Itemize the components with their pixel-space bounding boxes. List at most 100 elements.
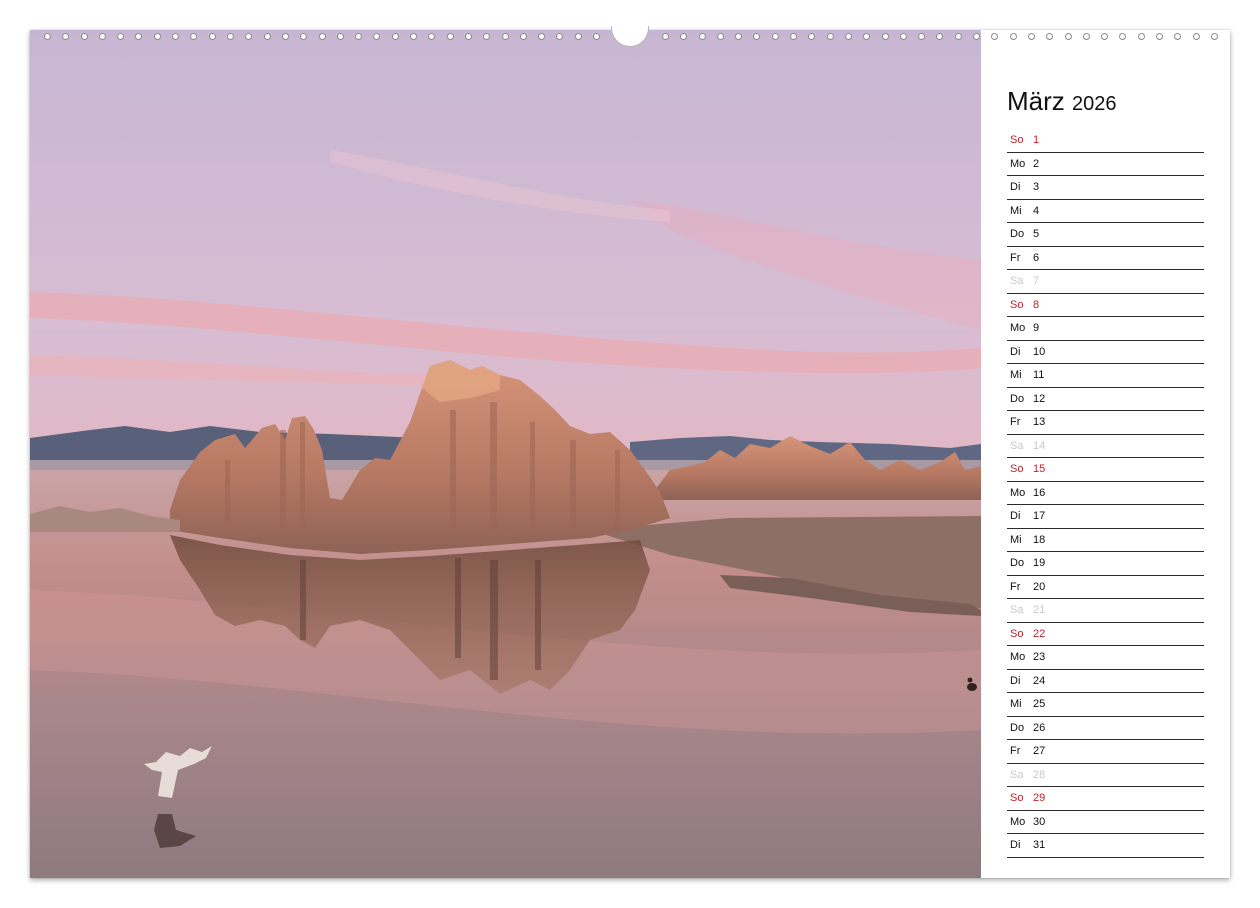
day-row: Mo 23: [1007, 646, 1204, 670]
weekday-label: Sa: [1010, 439, 1024, 452]
binding-hole: [882, 33, 889, 40]
day-row: Fr 13: [1007, 411, 1204, 435]
day-number: 15: [1033, 463, 1046, 475]
day-number: 9: [1033, 322, 1040, 334]
weekday-label: Mi: [1010, 369, 1022, 381]
binding-hole: [44, 33, 51, 40]
tufa-lake-sunset-image: [30, 30, 981, 878]
binding-hole: [845, 33, 852, 40]
weekday-label: So: [1010, 792, 1024, 804]
binding-hole: [319, 33, 326, 40]
binding-hole: [81, 33, 88, 40]
day-number: 25: [1033, 698, 1046, 710]
day-number: 31: [1033, 839, 1046, 851]
calendar-page: März 2026 So 1 Mo 2 Di 3 Mi 4 Do 5 Fr 6 Sa 7 So 8 Mo 9 Di 1…: [30, 26, 1230, 878]
binding-hole: [520, 33, 527, 40]
day-number: 3: [1033, 181, 1040, 193]
day-row: Mi 18: [1007, 529, 1204, 552]
day-row: Di 24: [1007, 670, 1204, 693]
day-number: 19: [1033, 557, 1046, 569]
day-row: Mo 9: [1007, 317, 1204, 341]
day-number: 16: [1033, 486, 1046, 499]
binding-hole: [936, 33, 943, 40]
day-number: 5: [1033, 228, 1040, 240]
day-number: 28: [1033, 768, 1046, 781]
binding-hole: [209, 33, 216, 40]
day-number: 30: [1033, 815, 1046, 828]
landscape-photo: [30, 30, 981, 878]
binding-hole: [282, 33, 289, 40]
binding-hole: [264, 33, 271, 40]
day-row: Mi 11: [1007, 364, 1204, 388]
day-number: 29: [1033, 792, 1046, 804]
binding-hole: [447, 33, 454, 40]
weekday-label: So: [1010, 298, 1024, 311]
binding-hole: [772, 33, 779, 40]
weekday-label: Fr: [1010, 416, 1021, 428]
day-number: 6: [1033, 251, 1040, 264]
binding-hole: [502, 33, 509, 40]
day-row: Do 26: [1007, 717, 1204, 740]
binding-hole: [955, 33, 962, 40]
weekday-label: Mo: [1010, 651, 1026, 663]
weekday-label: So: [1010, 463, 1024, 475]
binding-hole: [556, 33, 563, 40]
day-row: Fr 20: [1007, 576, 1204, 599]
binding-hole: [593, 33, 600, 40]
weekday-label: Do: [1010, 721, 1025, 734]
day-number: 26: [1033, 721, 1046, 734]
day-number: 13: [1033, 416, 1046, 428]
day-number: 8: [1033, 298, 1040, 311]
day-number: 17: [1033, 510, 1046, 522]
weekday-label: Di: [1010, 839, 1021, 851]
day-row: So 29: [1007, 787, 1204, 811]
month-name: März: [1007, 86, 1065, 116]
day-row: Mo 16: [1007, 482, 1204, 505]
binding-hole: [808, 33, 815, 40]
weekday-label: Sa: [1010, 768, 1024, 781]
binding-hole: [699, 33, 706, 40]
day-row: Mi 25: [1007, 693, 1204, 717]
weekday-label: Di: [1010, 510, 1021, 522]
binding-hole: [300, 33, 307, 40]
weekday-label: Fr: [1010, 580, 1021, 593]
day-row: Mi 4: [1007, 200, 1204, 223]
day-number: 27: [1033, 745, 1046, 757]
binding-hole: [991, 33, 998, 40]
weekday-label: Mo: [1010, 322, 1026, 334]
day-row: Sa 21: [1007, 599, 1204, 623]
binding-hole: [117, 33, 124, 40]
day-row: Sa 28: [1007, 764, 1204, 787]
day-number: 7: [1033, 275, 1040, 287]
weekday-label: Sa: [1010, 275, 1024, 287]
day-number: 18: [1033, 533, 1046, 546]
weekday-label: Do: [1010, 557, 1025, 569]
weekday-label: Mi: [1010, 204, 1022, 217]
binding-hole: [680, 33, 687, 40]
binding-hole: [538, 33, 545, 40]
binding-hole: [172, 33, 179, 40]
binding-hole: [410, 33, 417, 40]
binding-hole: [227, 33, 234, 40]
month-year: 2026: [1072, 93, 1117, 115]
binding-hole: [190, 33, 197, 40]
weekday-label: Di: [1010, 181, 1021, 193]
weekday-label: Di: [1010, 674, 1021, 687]
binding-hole: [575, 33, 582, 40]
binding-hole: [827, 33, 834, 40]
day-row: So 15: [1007, 458, 1204, 482]
binding-hole: [662, 33, 669, 40]
binding-hole: [245, 33, 252, 40]
day-number: 4: [1033, 204, 1040, 217]
day-number: 20: [1033, 580, 1046, 593]
weekday-label: So: [1010, 627, 1024, 640]
day-row: Mo 30: [1007, 811, 1204, 834]
day-row: Di 10: [1007, 341, 1204, 364]
weekday-label: Di: [1010, 345, 1021, 358]
weekday-label: Mo: [1010, 486, 1026, 499]
binding-hole: [135, 33, 142, 40]
binding-hole: [900, 33, 907, 40]
day-number: 1: [1033, 134, 1040, 146]
day-row: Di 31: [1007, 834, 1204, 858]
binding-hole: [392, 33, 399, 40]
